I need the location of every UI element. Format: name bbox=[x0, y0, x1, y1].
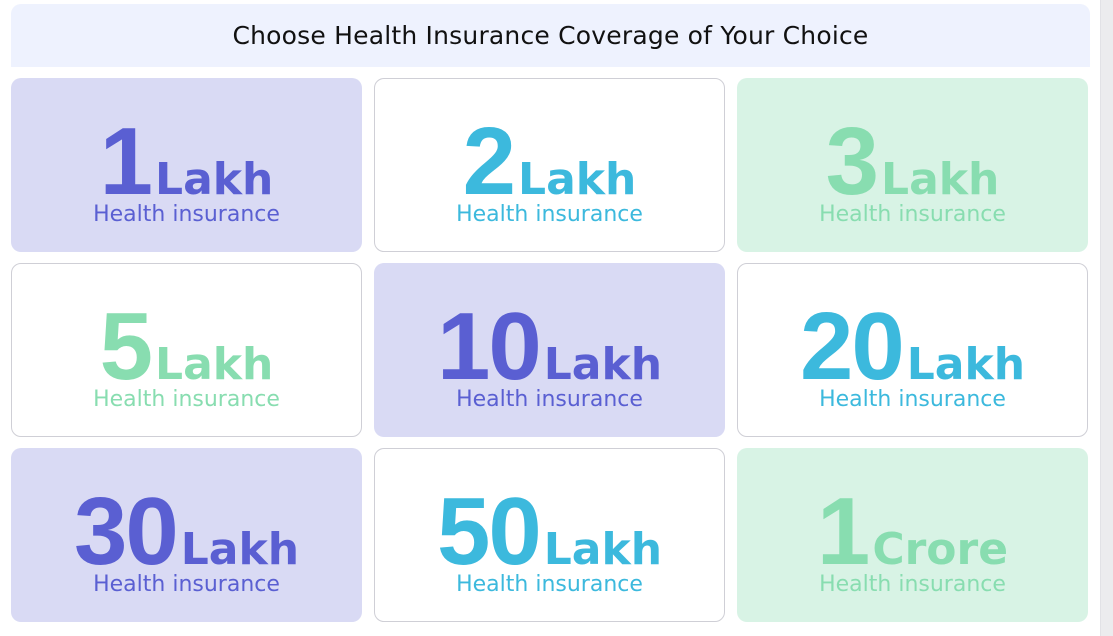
coverage-subtitle: Health insurance bbox=[93, 202, 280, 227]
coverage-card-1-lakh[interactable]: 1 Lakh Health insurance bbox=[11, 78, 362, 252]
coverage-card-3-lakh[interactable]: 3 Lakh Health insurance bbox=[737, 78, 1088, 252]
coverage-subtitle: Health insurance bbox=[819, 202, 1006, 227]
coverage-amount: 3 Lakh bbox=[826, 114, 1000, 210]
coverage-subtitle: Health insurance bbox=[456, 572, 643, 597]
coverage-unit: Lakh bbox=[881, 154, 1000, 205]
coverage-number: 5 bbox=[99, 293, 153, 400]
coverage-grid: 1 Lakh Health insurance 2 Lakh Health in… bbox=[11, 78, 1088, 622]
coverage-unit: Crore bbox=[872, 524, 1009, 575]
coverage-amount: 30 Lakh bbox=[74, 484, 299, 580]
coverage-number: 2 bbox=[462, 108, 516, 215]
coverage-unit: Lakh bbox=[155, 339, 274, 390]
coverage-subtitle: Health insurance bbox=[93, 387, 280, 412]
coverage-card-30-lakh[interactable]: 30 Lakh Health insurance bbox=[11, 448, 362, 622]
scrollbar[interactable] bbox=[1100, 0, 1113, 636]
coverage-subtitle: Health insurance bbox=[456, 387, 643, 412]
coverage-card-2-lakh[interactable]: 2 Lakh Health insurance bbox=[374, 78, 725, 252]
coverage-card-1-crore[interactable]: 1 Crore Health insurance bbox=[737, 448, 1088, 622]
coverage-card-5-lakh[interactable]: 5 Lakh Health insurance bbox=[11, 263, 362, 437]
coverage-number: 1 bbox=[816, 478, 870, 585]
coverage-amount: 2 Lakh bbox=[463, 114, 637, 210]
coverage-amount: 10 Lakh bbox=[437, 299, 662, 395]
coverage-number: 10 bbox=[436, 293, 542, 400]
coverage-header: Choose Health Insurance Coverage of Your… bbox=[11, 4, 1090, 67]
coverage-number: 50 bbox=[436, 478, 542, 585]
coverage-number: 3 bbox=[825, 108, 879, 215]
coverage-subtitle: Health insurance bbox=[93, 572, 280, 597]
coverage-unit: Lakh bbox=[155, 154, 274, 205]
coverage-amount: 5 Lakh bbox=[100, 299, 274, 395]
coverage-unit: Lakh bbox=[543, 524, 663, 575]
coverage-unit: Lakh bbox=[543, 339, 663, 390]
coverage-panel: Choose Health Insurance Coverage of Your… bbox=[0, 0, 1100, 636]
coverage-subtitle: Health insurance bbox=[456, 202, 643, 227]
coverage-amount: 20 Lakh bbox=[800, 299, 1025, 395]
coverage-subtitle: Health insurance bbox=[819, 387, 1006, 412]
coverage-amount: 50 Lakh bbox=[437, 484, 662, 580]
coverage-number: 30 bbox=[73, 478, 179, 585]
coverage-number: 1 bbox=[99, 108, 153, 215]
coverage-card-10-lakh[interactable]: 10 Lakh Health insurance bbox=[374, 263, 725, 437]
coverage-card-20-lakh[interactable]: 20 Lakh Health insurance bbox=[737, 263, 1088, 437]
page: Choose Health Insurance Coverage of Your… bbox=[0, 0, 1113, 636]
coverage-number: 20 bbox=[799, 293, 905, 400]
coverage-subtitle: Health insurance bbox=[819, 572, 1006, 597]
page-title: Choose Health Insurance Coverage of Your… bbox=[232, 21, 869, 50]
coverage-card-50-lakh[interactable]: 50 Lakh Health insurance bbox=[374, 448, 725, 622]
coverage-unit: Lakh bbox=[906, 339, 1026, 390]
coverage-amount: 1 Crore bbox=[817, 484, 1008, 580]
coverage-unit: Lakh bbox=[180, 524, 300, 575]
coverage-amount: 1 Lakh bbox=[100, 114, 274, 210]
coverage-unit: Lakh bbox=[518, 154, 637, 205]
